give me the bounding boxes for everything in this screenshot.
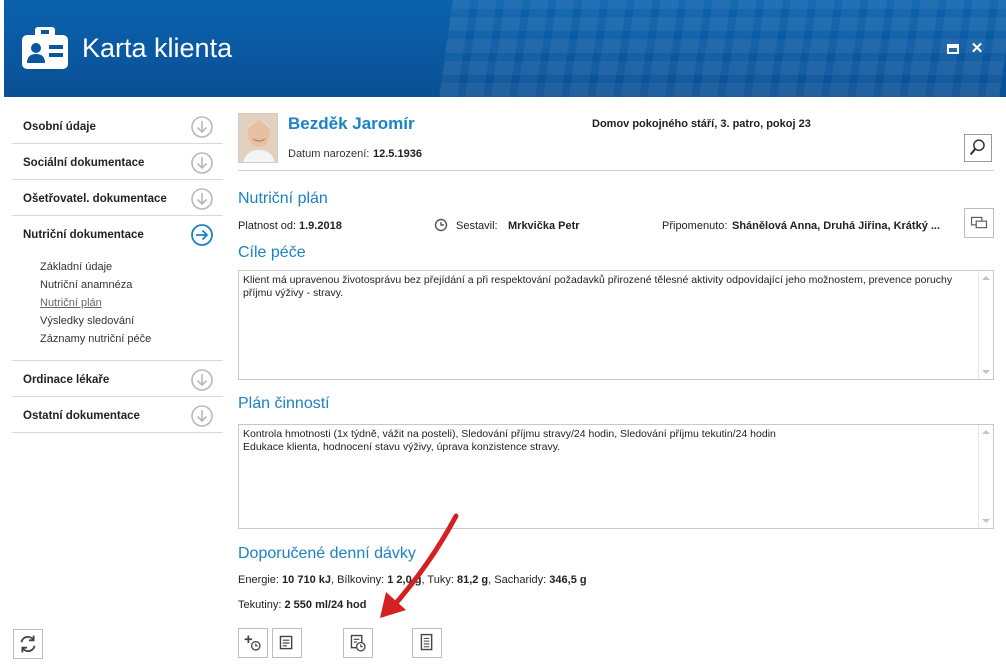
fat-label: , Tuky:	[421, 574, 454, 586]
sidebar-item-label: Osobní údaje	[23, 121, 96, 133]
arrow-right-circle-icon	[191, 224, 213, 246]
refresh-button[interactable]	[13, 629, 43, 659]
id-card-icon	[22, 27, 68, 69]
document-list-button[interactable]	[412, 628, 442, 658]
sidebar-item-label: Ošetřovatel. dokumentace	[23, 193, 167, 205]
activities-scrollbar[interactable]	[978, 425, 993, 528]
sidebar-item-label: Nutriční dokumentace	[23, 229, 144, 241]
energy-value: 10 710 kJ	[282, 574, 331, 586]
goals-scrollbar[interactable]	[978, 271, 993, 379]
dob-value: 12.5.1936	[373, 148, 422, 160]
header-pattern	[439, 0, 1006, 97]
fluid-doses: Tekutiny: 2 550 ml/24 hod	[238, 599, 366, 611]
window-title: Karta klienta	[82, 33, 233, 63]
protein-value: 1 2,0 g	[387, 574, 422, 586]
arrow-down-circle-icon	[191, 152, 213, 174]
reminded-value: Shánělová Anna, Druhá Jiřina, Krátký ...	[732, 220, 941, 232]
arrow-down-circle-icon	[191, 405, 213, 427]
section-title-nutricni-plan: Nutriční plán	[238, 190, 328, 207]
protein-label: , Bílkoviny:	[330, 574, 385, 586]
refresh-icon	[20, 635, 36, 653]
subnav-item-nutricni-plan[interactable]: Nutriční plán	[40, 294, 223, 312]
subnav-item-nutricni-anamneza[interactable]: Nutriční anamnéza	[40, 276, 223, 294]
section-title-doporucene-davky: Doporučené denní dávky	[238, 545, 416, 562]
magnifier-icon	[969, 139, 985, 156]
sidebar-item-label: Ostatní dokumentace	[23, 410, 140, 422]
comments-button[interactable]	[964, 208, 994, 238]
client-location: Domov pokojného stáří, 3. patro, pokoj 2…	[592, 118, 811, 130]
fat-value: 81,2 g	[456, 574, 489, 586]
energy-label: Energie:	[238, 574, 279, 586]
comments-icon	[970, 216, 988, 229]
sidebar-item-nutricni-dokumentace[interactable]: Nutriční dokumentace	[12, 216, 223, 252]
header-divider	[238, 170, 994, 171]
validity-label: Platnost od:	[238, 220, 297, 232]
validity-value: 1.9.2018	[299, 220, 342, 232]
subnav-item-vysledky-sledovani[interactable]: Výsledky sledování	[40, 312, 223, 330]
sidebar-item-ostatni-dokumentace[interactable]: Ostatní dokumentace	[12, 397, 223, 433]
sidebar-item-label: Sociální dokumentace	[23, 157, 145, 169]
fluids-label: Tekutiny:	[238, 599, 282, 611]
sidebar: Osobní údaje Sociální dokumentace Ošetřo…	[12, 108, 223, 433]
document-history-button[interactable]	[343, 628, 373, 658]
client-name: Bezděk Jaromír	[288, 114, 415, 133]
close-icon[interactable]: ✕	[970, 41, 984, 56]
arrow-down-circle-icon	[191, 369, 213, 391]
section-title-cile-pece: Cíle péče	[238, 244, 306, 261]
document-clock-icon	[350, 634, 366, 652]
fluids-value: 2 550 ml/24 hod	[284, 599, 367, 611]
clock-icon	[434, 218, 448, 232]
arrow-down-circle-icon	[191, 188, 213, 210]
document-lines-icon	[420, 633, 433, 651]
activities-line-1: Kontrola hmotnosti (1x týdně, vážit na p…	[243, 428, 776, 440]
author-label: Sestavil:	[456, 220, 498, 232]
window-header: Karta klienta ✕	[4, 0, 1006, 97]
subnav-item-zaznamy-nutricni-pece[interactable]: Záznamy nutriční péče	[40, 330, 223, 348]
subnav-item-zakladni-udaje[interactable]: Základní údaje	[40, 258, 223, 276]
plan-meta-row: Platnost od: 1.9.2018 Sestavil: Mrkvička…	[238, 218, 994, 238]
edit-document-icon	[279, 635, 293, 650]
carbs-label: , Sacharidy:	[488, 574, 547, 586]
sidebar-item-osetrovatel-dokumentace[interactable]: Ošetřovatel. dokumentace	[12, 180, 223, 216]
nutrient-doses: Energie: 10 710 kJ, Bílkoviny: 1 2,0 g, …	[238, 574, 587, 586]
reminded-label: Připomenuto:	[662, 220, 728, 232]
sidebar-item-socialni-dokumentace[interactable]: Sociální dokumentace	[12, 144, 223, 180]
sidebar-subnav: Základní údaje Nutriční anamnéza Nutričn…	[12, 252, 223, 361]
carbs-value: 346,5 g	[549, 574, 587, 586]
add-clock-icon	[244, 635, 261, 651]
arrow-down-circle-icon	[191, 116, 213, 138]
author-value: Mrkvička Petr	[508, 220, 580, 232]
goals-textarea[interactable]: Klient má upravenou životosprávu bez pře…	[238, 270, 994, 380]
sidebar-item-label: Ordinace lékaře	[23, 374, 110, 386]
activities-textarea[interactable]: Kontrola hmotnosti (1x týdně, vážit na p…	[238, 424, 994, 529]
client-avatar	[238, 113, 278, 163]
dob-label: Datum narození:	[288, 148, 370, 160]
search-button[interactable]	[964, 134, 992, 162]
maximize-icon[interactable]	[946, 42, 960, 56]
edit-record-button[interactable]	[272, 628, 302, 658]
section-title-plan-cinnosti: Plán činností	[238, 395, 330, 412]
activities-line-2: Edukace klienta, hodnocení stavu výživy,…	[243, 441, 561, 453]
goals-text: Klient má upravenou životosprávu bez pře…	[243, 274, 953, 299]
add-scheduled-button[interactable]	[238, 628, 268, 658]
sidebar-item-osobni-udaje[interactable]: Osobní údaje	[12, 108, 223, 144]
sidebar-item-ordinace-lekare[interactable]: Ordinace lékaře	[12, 361, 223, 397]
